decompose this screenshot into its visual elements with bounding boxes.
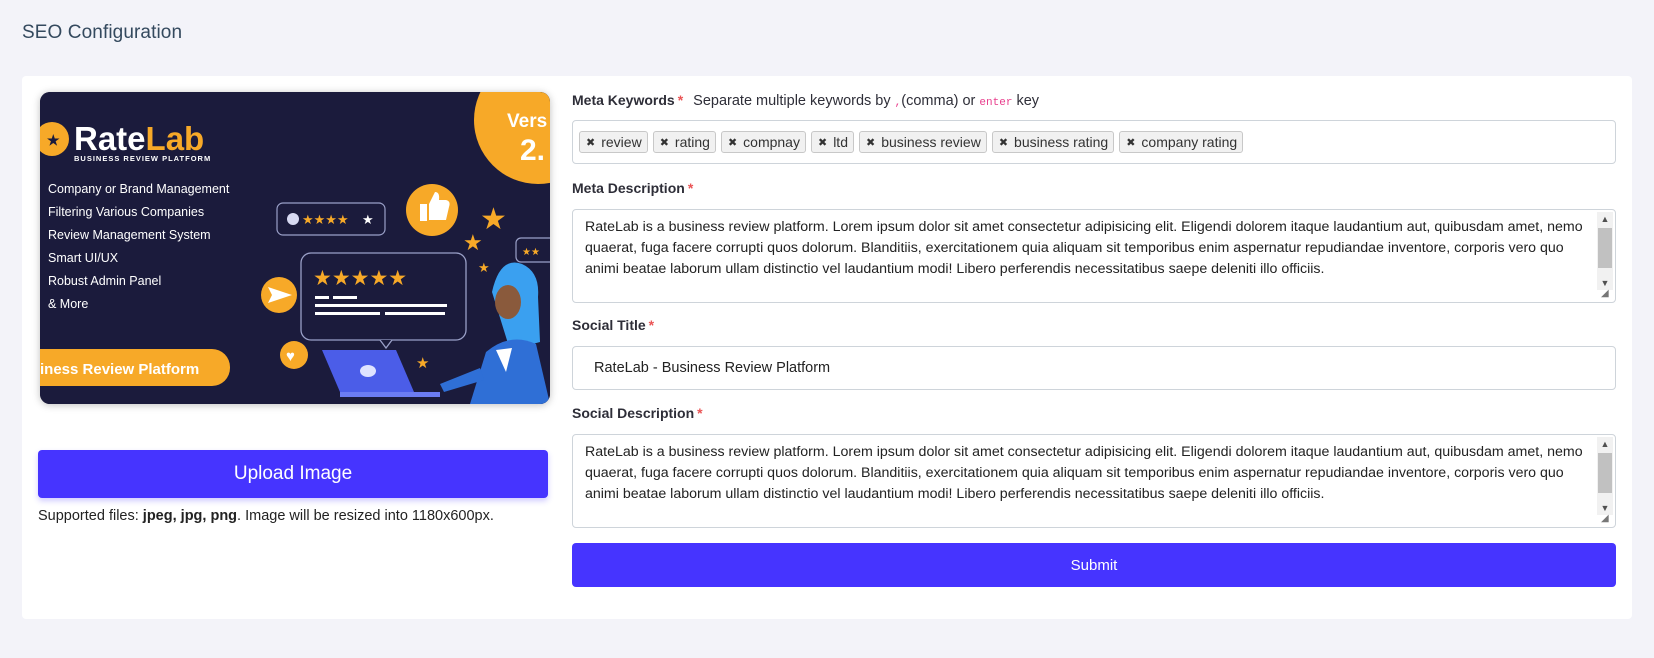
feature-item: Company or Brand Management [48,182,230,196]
remove-tag-icon[interactable]: ✖ [864,136,877,149]
meta-description-scrollbar[interactable]: ▲ ▼ [1597,212,1613,290]
seo-config-card: Vers 2. ★ RateLab BUSINESS REVIEW PLATFO… [22,76,1632,619]
svg-text:★: ★ [416,355,429,372]
social-title-input[interactable]: RateLab - Business Review Platform [572,346,1616,390]
meta-keywords-label: Meta Keywords * Separate multiple keywords… [572,92,1040,109]
svg-text:★★★★★: ★★★★★ [313,267,407,290]
social-description-label: Social Description * [572,405,703,421]
page-title: SEO Configuration [22,22,183,43]
social-description-textarea[interactable]: RateLab is a business review platform. L… [572,434,1616,528]
svg-text:★★★★: ★★★★ [302,212,349,227]
star-icon: ★ [480,203,507,236]
social-title-value: RateLab - Business Review Platform [594,360,831,376]
scroll-up-icon[interactable]: ▲ [1597,212,1613,226]
remove-tag-icon[interactable]: ✖ [997,136,1010,149]
remove-tag-icon[interactable]: ✖ [658,136,671,149]
star-icon: ★ [463,230,483,255]
social-description-scrollbar[interactable]: ▲ ▼ [1597,437,1613,515]
resize-handle-icon[interactable]: ◢ [1601,513,1613,525]
remove-tag-icon[interactable]: ✖ [584,136,597,149]
keyword-tag: ✖ business rating [991,131,1115,153]
remove-tag-icon[interactable]: ✖ [816,136,829,149]
supported-files-note: Supported files: jpeg, jpg, png. Image w… [38,508,494,524]
social-title-label: Social Title * [572,317,655,333]
feature-item: Robust Admin Panel [48,274,161,288]
keyword-tag: ✖ ltd [810,131,854,153]
resize-handle-icon[interactable]: ◢ [1601,288,1613,300]
keyword-tag: ✖ business review [858,131,987,153]
meta-description-textarea[interactable]: RateLab is a business review platform. L… [572,209,1616,303]
upload-image-button[interactable]: Upload Image [38,450,548,498]
star-icon: ★ [478,260,490,275]
svg-text:♥: ♥ [286,348,295,365]
meta-keywords-input[interactable]: ✖ review ✖ rating ✖ compnay ✖ ltd ✖ business … [572,120,1616,164]
feature-item: & More [48,297,88,311]
scroll-up-icon[interactable]: ▲ [1597,437,1613,451]
version-number: 2. [520,134,545,167]
version-word: Vers [507,111,547,132]
meta-description-value: RateLab is a business review platform. L… [585,219,1583,277]
scroll-thumb[interactable] [1598,228,1612,268]
seo-image-preview: Vers 2. ★ RateLab BUSINESS REVIEW PLATFO… [40,92,550,404]
meta-description-label: Meta Description * [572,180,694,196]
svg-text:★★: ★★ [522,247,540,258]
feature-item: Filtering Various Companies [48,205,204,219]
remove-tag-icon[interactable]: ✖ [1124,136,1137,149]
ribbon-text: iness Review Platform [40,361,199,378]
meta-keywords-hint: Separate multiple keywords by ,(comma) o… [693,93,1040,109]
feature-item: Review Management System [48,228,211,242]
submit-button[interactable]: Submit [572,543,1616,587]
keyword-tag: ✖ rating [652,131,716,153]
keyword-tag: ✖ company rating [1119,131,1244,153]
feature-item: Smart UI/UX [48,251,119,265]
remove-tag-icon[interactable]: ✖ [726,136,739,149]
brand-name: RateLab [74,120,204,157]
svg-text:★: ★ [47,132,60,148]
social-description-value: RateLab is a business review platform. L… [585,444,1583,502]
svg-text:★: ★ [362,212,374,227]
keyword-tag: ✖ compnay [720,131,806,153]
keyword-tag: ✖ review [579,131,648,153]
scroll-thumb[interactable] [1598,453,1612,493]
brand-tagline: BUSINESS REVIEW PLATFORM [74,154,211,163]
